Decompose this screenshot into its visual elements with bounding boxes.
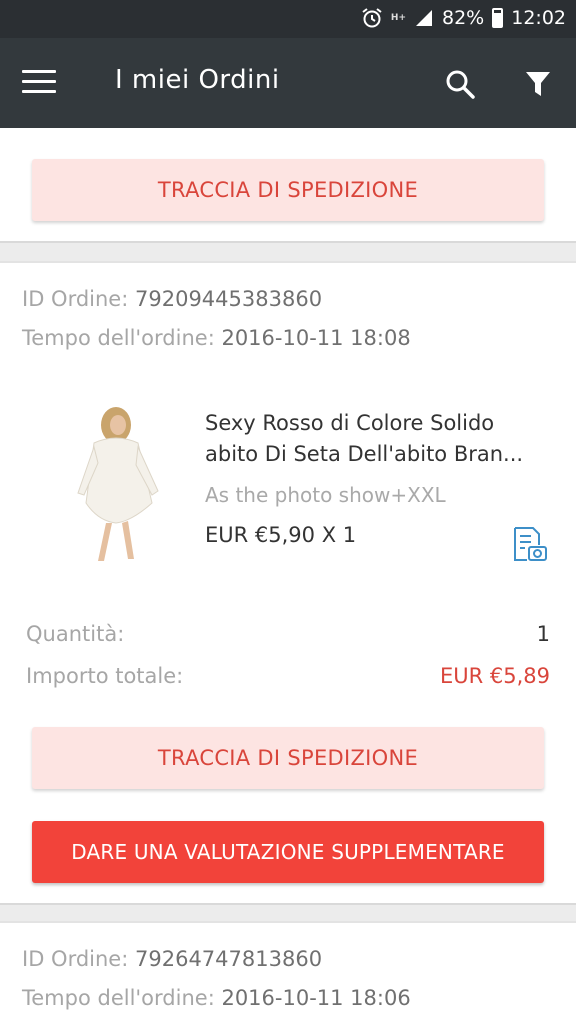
product-thumbnail[interactable] [72,403,168,565]
product-name-line1: Sexy Rosso di Colore Solido [205,411,495,435]
total-label: Importo totale: [26,664,184,688]
order-time-label: Tempo dell'ordine: [22,986,215,1010]
product-name-line2: abito Di Seta Dell'abito Bran... [205,442,524,466]
search-icon[interactable] [444,68,476,100]
product-price: EUR €5,90 X 1 [205,523,357,547]
snapshot-document-icon[interactable] [511,525,549,563]
order-time-value: 2016-10-11 18:08 [221,326,411,350]
order-id-value: 79264747813860 [135,947,323,971]
alarm-icon [362,8,382,28]
page-title: I miei Ordini [115,65,280,95]
battery-icon [492,8,504,28]
app-bar: I miei Ordini [0,38,576,128]
track-shipment-button[interactable]: TRACCIA DI SPEDIZIONE [32,159,544,221]
order-id-row: ID Ordine: 79264747813860 [22,947,322,971]
total-value: EUR €5,89 [439,664,550,688]
clock: 12:02 [511,7,566,29]
order-time-label: Tempo dell'ordine: [22,326,215,350]
order-card: ID Ordine: 79264747813860 Tempo dell'ord… [0,921,576,1024]
order-card: ID Ordine: 79209445383860 Tempo dell'ord… [0,261,576,905]
additional-rating-button[interactable]: DARE UNA VALUTAZIONE SUPPLEMENTARE [32,821,544,883]
product-variant: As the photo show+XXL [205,483,446,507]
battery-percent: 82% [442,7,485,29]
order-id-value: 79209445383860 [135,287,323,311]
filter-icon[interactable] [524,70,552,98]
quantity-value: 1 [536,622,550,646]
order-card: TRACCIA DI SPEDIZIONE [0,128,576,243]
order-time-row: Tempo dell'ordine: 2016-10-11 18:06 [22,986,411,1010]
product-name[interactable]: Sexy Rosso di Colore Solido abito Di Set… [205,408,555,470]
total-row: Importo totale: EUR €5,89 [26,664,550,688]
order-id-label: ID Ordine: [22,947,129,971]
status-bar: H+ 82% 12:02 [0,0,576,38]
track-shipment-button[interactable]: TRACCIA DI SPEDIZIONE [32,727,544,789]
order-id-label: ID Ordine: [22,287,129,311]
order-time-row: Tempo dell'ordine: 2016-10-11 18:08 [22,326,411,350]
signal-icon [416,10,432,26]
hamburger-menu-icon[interactable] [22,70,56,96]
network-type: H+ [390,13,406,23]
order-id-row: ID Ordine: 79209445383860 [22,287,322,311]
quantity-row: Quantità: 1 [26,622,550,646]
quantity-label: Quantità: [26,622,125,646]
order-time-value: 2016-10-11 18:06 [221,986,411,1010]
